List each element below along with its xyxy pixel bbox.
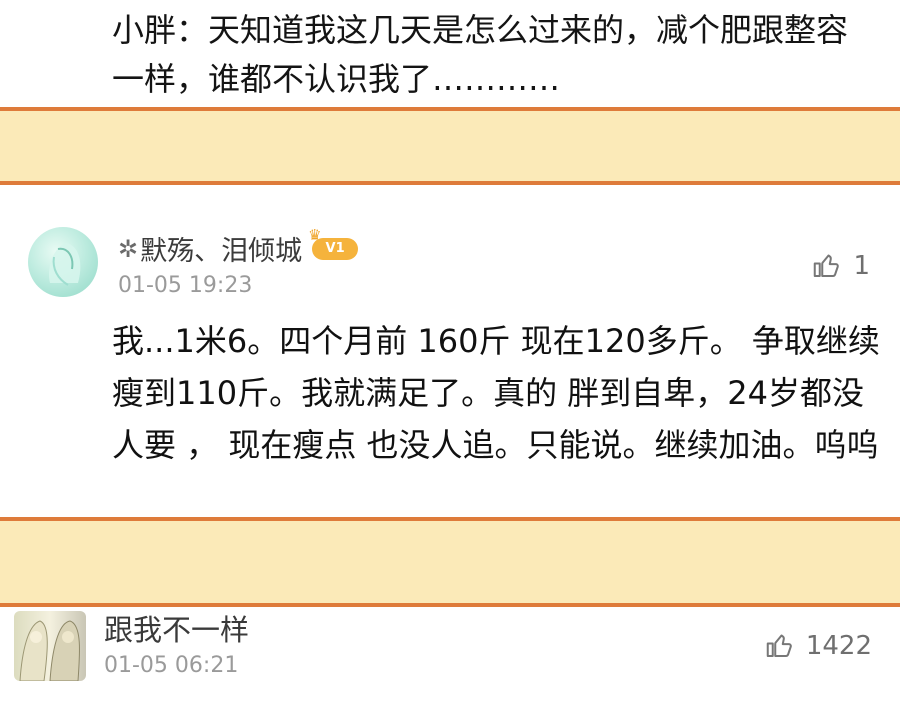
username-label: 默殇、泪倾城 [140, 236, 303, 267]
flower-icon: ✲ [118, 234, 139, 263]
previous-comment-text: 小胖：天知道我这几天是怎么过来的，减个肥跟整容一样，谁都不认识我了………… [112, 11, 849, 98]
vip-label: V1 [325, 241, 345, 256]
avatar[interactable] [14, 611, 86, 681]
separator-band [0, 517, 900, 607]
like-count: 1 [853, 251, 870, 281]
avatar[interactable] [28, 227, 98, 297]
thumbs-up-icon [766, 634, 792, 657]
separator-band [0, 107, 900, 185]
username[interactable]: 跟我不一样 [104, 607, 249, 649]
avatar-illustration [19, 620, 80, 681]
crown-icon: ♛ [308, 225, 322, 244]
username[interactable]: ✲ 默殇、泪倾城 ♛ V1 [118, 226, 359, 268]
like-button[interactable]: 1 [811, 251, 870, 281]
thumbs-up-icon [814, 254, 840, 277]
like-button[interactable]: 1422 [764, 631, 872, 661]
comment-card: 跟我不一样 01-05 06:21 1422 [0, 607, 900, 703]
comment-time: 01-05 19:23 [118, 273, 253, 298]
comment-card: ✲ 默殇、泪倾城 ♛ V1 01-05 19:23 1 我...1米6。四个月前… [0, 185, 900, 517]
vip-crown-icon: ♛ V1 [308, 226, 359, 260]
comment-time: 01-05 06:21 [104, 653, 239, 678]
avatar-illustration [48, 243, 81, 286]
like-count: 1422 [805, 631, 872, 661]
comment-text: 我...1米6。四个月前 160斤 现在120多斤。 争取继续瘦到110斤。我就… [112, 322, 880, 464]
